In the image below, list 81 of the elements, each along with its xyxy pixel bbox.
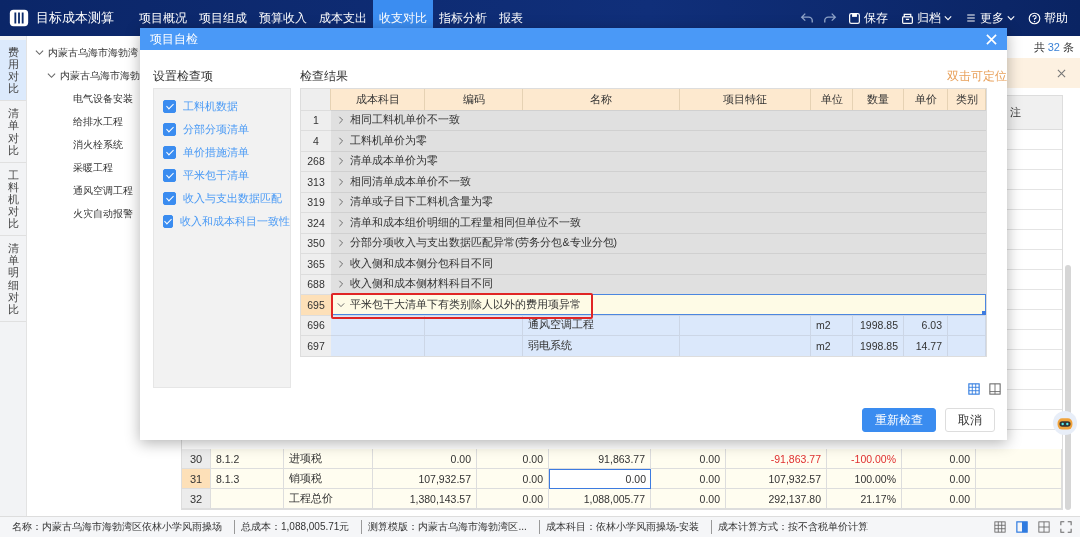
section-title: 检查结果: [300, 68, 348, 84]
column-header: 名称: [523, 89, 680, 111]
row-number: 696: [301, 314, 331, 335]
status-text: 总成本：1,088,005.71元: [234, 520, 362, 534]
row-number: 31: [182, 469, 211, 489]
row-number: 30: [182, 449, 211, 469]
result-group-row[interactable]: 清单或子目下工料机含量为零: [331, 191, 986, 212]
nav-tab[interactable]: 报表: [493, 0, 529, 36]
nav-tab[interactable]: 预算收入: [253, 0, 313, 36]
table-cell: 14.77: [904, 335, 948, 356]
row-number: 365: [301, 253, 331, 274]
column-header: 类别: [948, 89, 986, 111]
table-cell: 工程总价: [284, 489, 373, 509]
row-number: 313: [301, 171, 331, 192]
table-cell: 1,380,143.57: [373, 489, 477, 509]
table-cell: 21.17%: [827, 489, 902, 509]
column-header: 项目特征: [680, 89, 811, 111]
column-header: 单价: [904, 89, 948, 111]
table-cell: 1998.85: [853, 314, 904, 335]
tree-item[interactable]: 内蒙古乌海市海勃: [60, 68, 140, 83]
side-tab[interactable]: 费用对比: [0, 40, 26, 102]
archive-button[interactable]: 归档: [899, 10, 954, 26]
table-cell: 1,088,005.77: [549, 489, 651, 509]
row-number: 1: [301, 109, 331, 130]
dialog-title: 项目自检: [150, 31, 198, 47]
record-count: 共 32 条: [1033, 39, 1074, 55]
row-number: 324: [301, 212, 331, 233]
section-title: 设置检查项: [153, 68, 214, 84]
table-cell: 0.00: [549, 469, 651, 489]
side-tab[interactable]: 清单对比: [0, 101, 26, 163]
column-header: 数量: [853, 89, 904, 111]
status-text: 名称：内蒙古乌海市海勃湾区依林小学风雨操场: [11, 520, 223, 534]
tree-item[interactable]: 火灾自动报警: [73, 206, 133, 221]
row-number: 350: [301, 232, 331, 253]
save-button[interactable]: 保存: [846, 10, 890, 26]
row-number: 268: [301, 150, 331, 171]
row-number: 32: [182, 489, 211, 509]
result-group-row[interactable]: 清单成本单价为零: [331, 150, 986, 171]
table-cell: 0.00: [651, 489, 726, 509]
result-group-row[interactable]: 分部分项收入与支出数据匹配异常(劳务分包&专业分包): [331, 232, 986, 253]
hint-text: 双击可定位: [947, 68, 1007, 84]
table-cell: 0.00: [477, 489, 549, 509]
tree-item[interactable]: 电气设备安装: [73, 91, 133, 106]
side-tab[interactable]: 清单明细对比: [0, 236, 26, 322]
table-cell: 弱电系统: [523, 335, 680, 356]
result-group-row[interactable]: 相同工料机单价不一致: [331, 109, 986, 130]
tree-item[interactable]: 给排水工程: [73, 114, 123, 129]
result-group-row[interactable]: 平米包干大清单下有类别除人以外的费用项异常: [331, 294, 986, 315]
row-number: 319: [301, 191, 331, 212]
result-group-row[interactable]: 工料机单价为零: [331, 130, 986, 151]
tree-item[interactable]: 通风空调工程: [73, 183, 133, 198]
status-text: 成本计算方式：按不含税单价计算: [711, 520, 881, 534]
column-header: 注: [1009, 105, 1022, 120]
row-number: 697: [301, 335, 331, 356]
status-text: 测算模版：内蒙古乌海市海勃湾区...: [361, 520, 539, 534]
app-title: 目标成本测算: [36, 9, 114, 27]
table-cell: m2: [811, 314, 853, 335]
table-cell: m2: [811, 335, 853, 356]
table-cell: 292,137.80: [726, 489, 827, 509]
tree-item[interactable]: 采暖工程: [73, 160, 113, 175]
result-group-row[interactable]: 收入侧和成本侧分包科目不同: [331, 253, 986, 274]
row-number: 688: [301, 273, 331, 294]
side-tab[interactable]: 工料机对比: [0, 162, 26, 237]
result-group-row[interactable]: 相同清单成本单价不一致: [331, 171, 986, 192]
tree-item[interactable]: 消火栓系统: [73, 137, 123, 152]
row-number: 4: [301, 130, 331, 151]
table-cell: 1998.85: [853, 335, 904, 356]
status-text: 成本科目：依林小学风雨操场-安装: [538, 520, 712, 534]
cancel-button[interactable]: 取消: [945, 408, 995, 432]
result-group-row[interactable]: 清单和成本组价明细的工程量相同但单位不一致: [331, 212, 986, 233]
row-number: 695: [301, 294, 331, 315]
table-cell: 6.03: [904, 314, 948, 335]
more-button[interactable]: 更多: [963, 10, 1017, 26]
help-button[interactable]: 帮助: [1026, 10, 1070, 26]
nav-tab[interactable]: 指标分析: [433, 0, 493, 36]
nav-tab[interactable]: 成本支出: [313, 0, 373, 36]
column-header: 编码: [425, 89, 523, 111]
column-header: 单位: [811, 89, 853, 111]
column-header: 成本科目: [331, 89, 425, 111]
table-cell: 0.00: [902, 489, 976, 509]
tree-item[interactable]: 内蒙古乌海市海勃湾: [48, 45, 138, 60]
